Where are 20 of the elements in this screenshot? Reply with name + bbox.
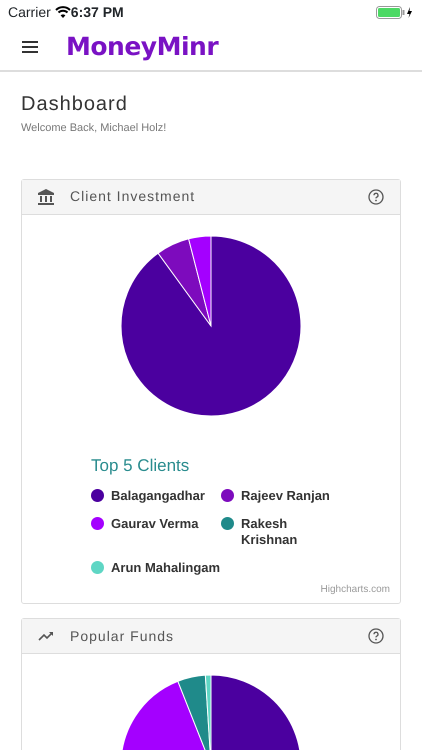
legend-item[interactable]: Balagangadhar <box>91 488 221 504</box>
card-title: Popular Funds <box>70 626 174 646</box>
welcome-text: Welcome Back, Michael Holz! <box>21 121 168 136</box>
status-time: 6:37 PM <box>70 2 124 22</box>
legend-item[interactable]: Gaurav Verma <box>91 516 221 548</box>
app-logo: MoneyMinr <box>66 31 218 64</box>
legend-item[interactable]: Rakesh Krishnan <box>221 516 331 548</box>
trend-icon <box>38 631 54 641</box>
legend-item[interactable]: Rajeev Ranjan <box>221 488 331 504</box>
help-icon[interactable] <box>368 188 384 204</box>
card-title: Client Investment <box>70 187 196 206</box>
battery-icon <box>376 6 414 18</box>
menu-icon[interactable] <box>22 41 38 53</box>
page-title: Dashboard <box>21 92 129 116</box>
legend-item[interactable]: Arun Mahalingam <box>91 560 221 576</box>
carrier-label: Carrier <box>8 2 51 22</box>
bank-icon <box>38 188 54 204</box>
help-icon[interactable] <box>368 628 384 644</box>
legend-title: Top 5 Clients <box>91 454 190 476</box>
wifi-icon <box>54 6 71 18</box>
